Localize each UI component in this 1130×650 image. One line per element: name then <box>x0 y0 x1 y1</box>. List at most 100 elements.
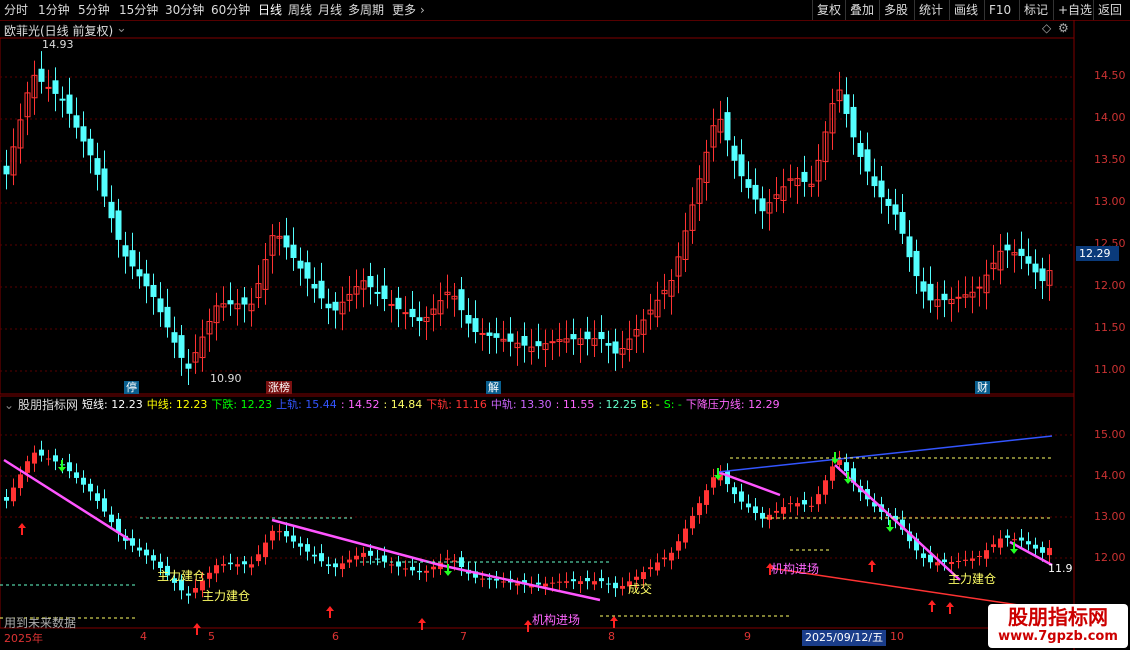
candle-body <box>605 343 612 346</box>
indicator-candle-body <box>333 563 338 568</box>
back-button[interactable]: 返回 <box>1093 0 1126 20</box>
candle-body <box>164 306 171 328</box>
candle-body <box>843 94 850 114</box>
event-marker-finance[interactable]: 财 <box>975 381 990 394</box>
indicator-candle-body <box>487 578 492 580</box>
candle-body <box>129 250 136 267</box>
candle-body <box>507 333 514 342</box>
multi-stock-button[interactable]: 多股 <box>879 0 912 20</box>
indicator-candle-body <box>67 462 72 472</box>
fuquan-button[interactable]: 复权 <box>812 0 845 20</box>
indicator-candle-body <box>613 582 618 589</box>
x-axis-label: 2025年 <box>4 632 43 645</box>
indicator-tick: 14.00 <box>1094 469 1126 482</box>
mark-button[interactable]: 标记 <box>1019 0 1052 20</box>
indicator-value-5: : 14.84 <box>383 398 423 411</box>
period-more[interactable]: 更多 <box>392 0 416 20</box>
indicator-value-6: 下轨: 11.16 <box>426 398 487 411</box>
period-5min[interactable]: 5分钟 <box>78 0 110 20</box>
indicator-candle-body <box>39 449 44 456</box>
candle-body <box>3 165 10 175</box>
indicator-candle-body <box>137 547 142 551</box>
indicator-value-10: B: - <box>641 398 660 411</box>
candle-body <box>892 204 899 215</box>
indicator-candle-body <box>11 487 16 502</box>
period-monthly[interactable]: 月线 <box>318 0 342 20</box>
event-marker-limit-up[interactable]: 涨榜 <box>266 381 292 394</box>
candle-body <box>227 300 234 305</box>
indicator-candle-body <box>949 562 954 565</box>
candle-body <box>87 138 94 156</box>
event-marker-suspend[interactable]: 停 <box>124 381 139 394</box>
main-panel-frame <box>0 37 1075 395</box>
indicator-candle-body <box>249 564 254 568</box>
stats-button[interactable]: 统计 <box>914 0 947 20</box>
indicator-candle-body <box>746 503 751 508</box>
indicator-candle-body <box>788 503 793 505</box>
indicator-candle-body <box>1033 544 1038 549</box>
candle-body <box>178 335 185 358</box>
indicator-candle-body <box>669 552 674 561</box>
indicator-value-8: : 11.55 <box>555 398 595 411</box>
indicator-candle-body <box>991 544 996 547</box>
indicator-candle-body <box>977 555 982 557</box>
candle-body <box>381 285 388 300</box>
candle-body <box>332 301 339 311</box>
draw-line-button[interactable]: 画线 <box>949 0 982 20</box>
indicator-candle-body <box>410 566 415 571</box>
buy-arrow-icon <box>18 523 26 535</box>
indicator-menu-icon[interactable]: ⌄ <box>4 397 14 413</box>
price-tick: 11.50 <box>1094 321 1126 334</box>
f10-button[interactable]: F10 <box>984 0 1015 20</box>
diamond-icon[interactable]: ◇ <box>1042 21 1051 35</box>
buy-arrow-icon <box>868 560 876 572</box>
candle-body <box>108 201 115 219</box>
indicator-panel-frame <box>0 395 1075 629</box>
x-axis-label: 6 <box>332 630 339 643</box>
settings-icon[interactable]: ⚙ <box>1058 21 1069 35</box>
future-data-note: 用到未来数据 <box>4 616 77 630</box>
period-60min[interactable]: 60分钟 <box>211 0 250 20</box>
indicator-candle-body <box>963 559 968 561</box>
period-fenshi[interactable]: 分时 <box>4 0 28 20</box>
indicator-candle-body <box>711 477 716 488</box>
candle-body <box>115 210 122 240</box>
candle-body <box>73 115 80 128</box>
dropdown-circle-icon[interactable]: ⌄ <box>116 21 127 36</box>
chevron-right-icon[interactable]: › <box>420 0 425 20</box>
candle-body <box>570 334 577 340</box>
indicator-candle-body <box>361 552 366 557</box>
indicator-candle-body <box>767 514 772 520</box>
event-marker-unlock[interactable]: 解 <box>486 381 501 394</box>
candle-body <box>955 296 962 299</box>
indicator-last-value: 11.9 <box>1048 562 1073 575</box>
period-30min[interactable]: 30分钟 <box>165 0 204 20</box>
indicator-value-12: 下降压力线: 12.29 <box>685 398 780 411</box>
candle-body <box>612 341 619 354</box>
kline-chart[interactable] <box>0 20 1130 650</box>
indicator-value-11: S: - <box>663 398 682 411</box>
period-multi[interactable]: 多周期 <box>348 0 384 20</box>
indicator-candle-body <box>690 515 695 529</box>
indicator-name[interactable]: 股朋指标网 <box>18 397 78 413</box>
indicator-value-1: 中线: 12.23 <box>146 398 208 411</box>
price-tick: 13.50 <box>1094 153 1126 166</box>
candle-body <box>521 335 528 346</box>
overlay-button[interactable]: 叠加 <box>845 0 878 20</box>
buy-arrow-icon <box>946 602 954 614</box>
add-watchlist-button[interactable]: +自选 <box>1053 0 1096 20</box>
candle-body <box>724 112 731 141</box>
indicator-candle-body <box>921 553 926 558</box>
period-weekly[interactable]: 周线 <box>288 0 312 20</box>
candle-body <box>45 86 52 89</box>
indicator-candle-body <box>235 564 240 567</box>
candle-body <box>941 293 948 301</box>
candle-body <box>738 154 745 177</box>
indicator-candle-body <box>753 506 758 514</box>
period-1min[interactable]: 1分钟 <box>38 0 70 20</box>
candle-body <box>290 244 297 258</box>
period-daily[interactable]: 日线 <box>258 0 282 20</box>
candle-body <box>318 280 325 299</box>
candle-body <box>584 331 591 340</box>
period-15min[interactable]: 15分钟 <box>119 0 158 20</box>
